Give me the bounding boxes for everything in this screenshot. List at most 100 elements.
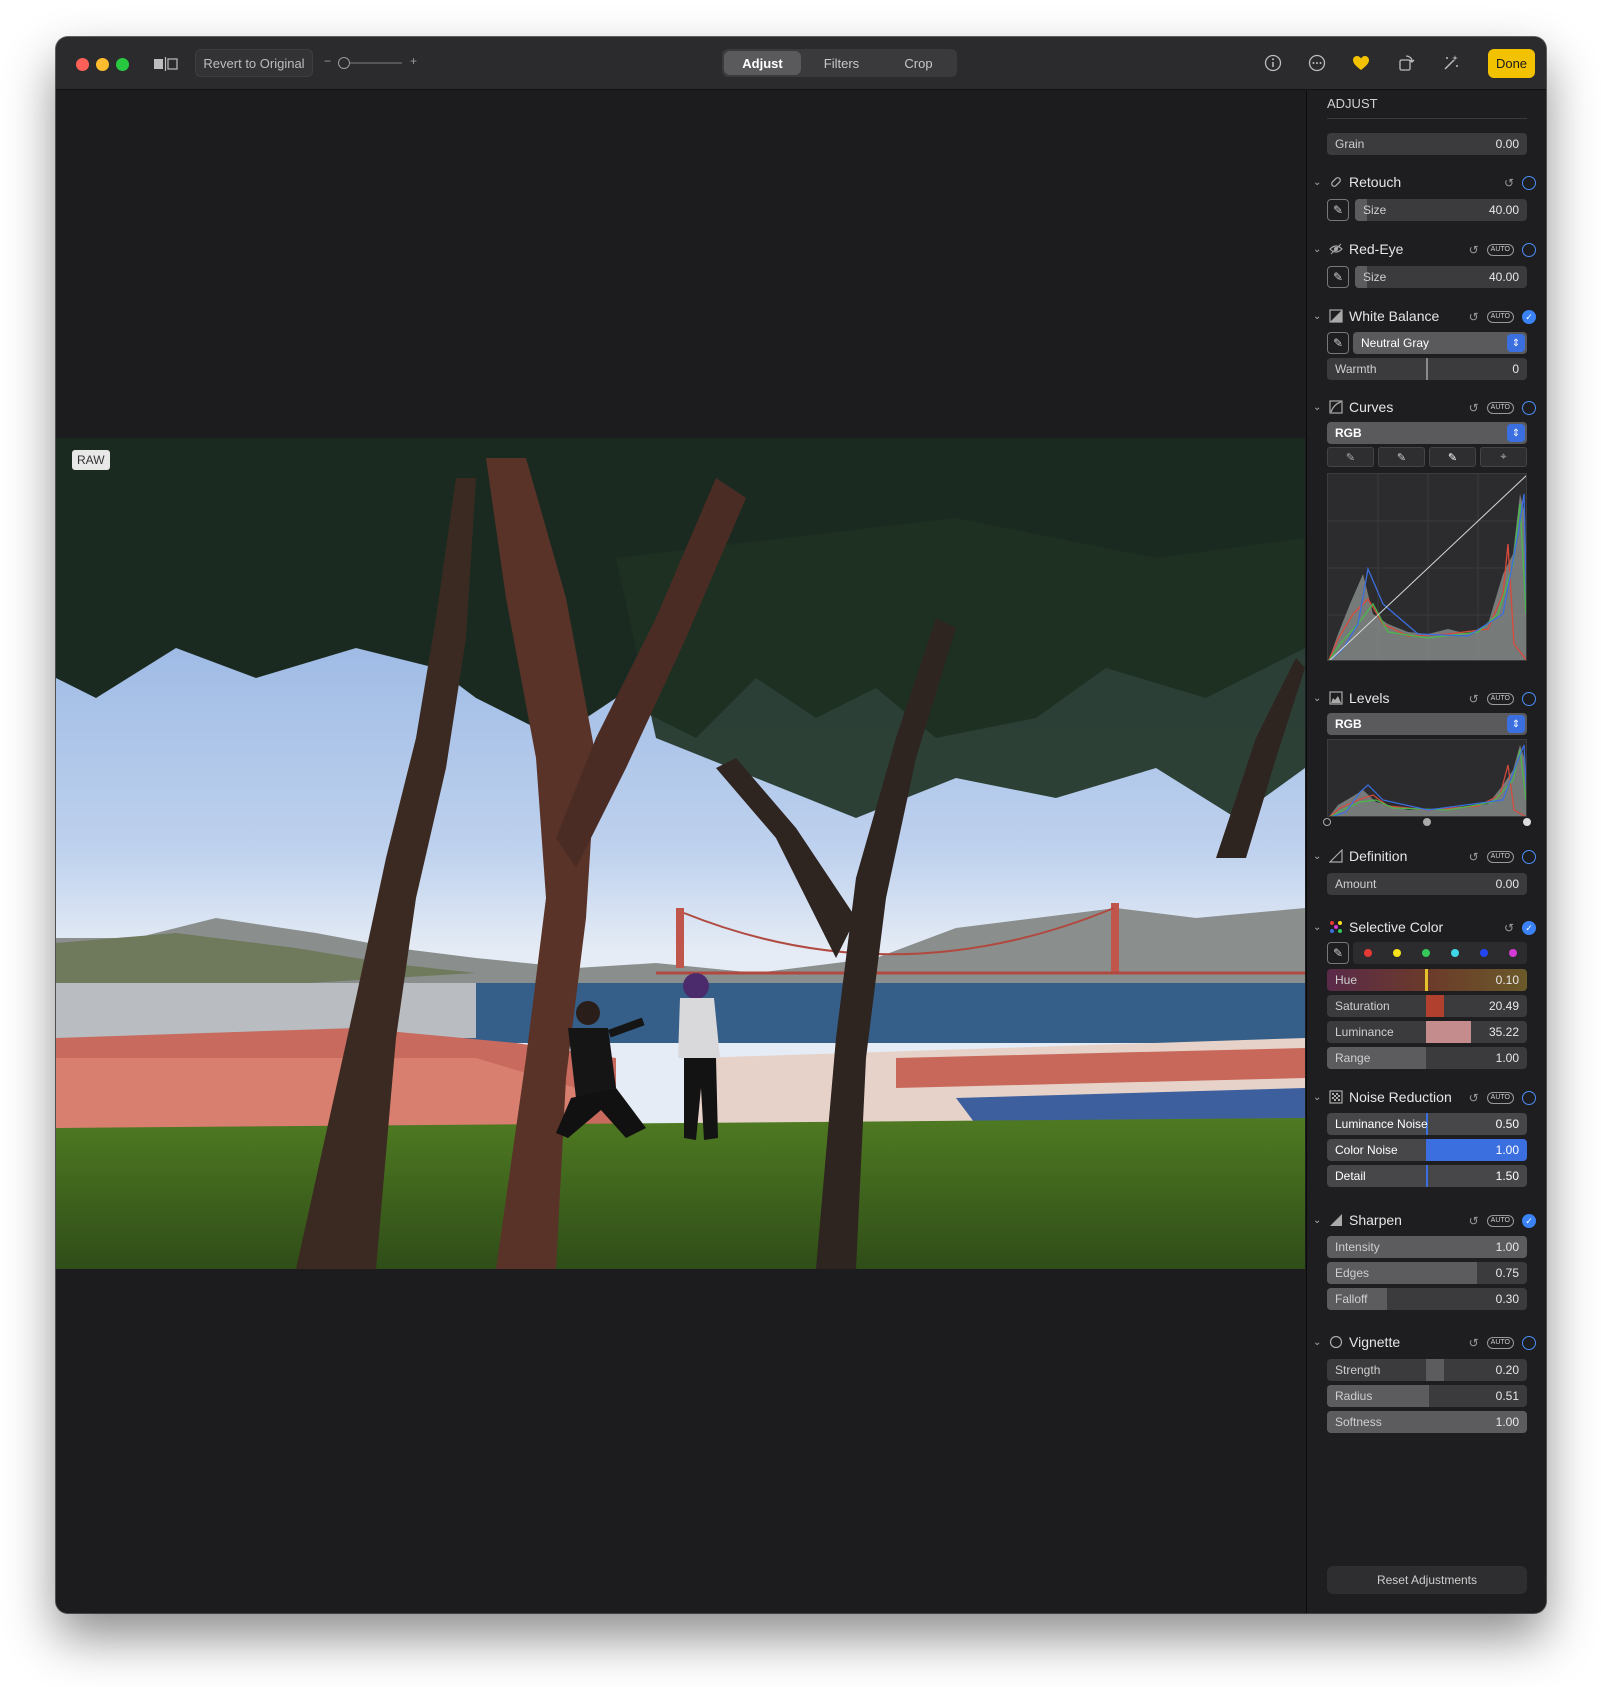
auto-button[interactable]: AUTO	[1486, 244, 1514, 256]
sharpen-falloff-slider[interactable]: Falloff 0.30	[1327, 1288, 1527, 1310]
retouch-header[interactable]: ⌄ Retouch	[1313, 174, 1401, 190]
midpoint-handle[interactable]	[1423, 818, 1431, 826]
levels-header[interactable]: ⌄ Levels	[1313, 690, 1389, 706]
saturation-slider[interactable]: Saturation 20.49	[1327, 995, 1527, 1017]
tab-crop[interactable]: Crop	[880, 49, 957, 77]
auto-button[interactable]: AUTO	[1486, 1215, 1514, 1227]
chevron-down-icon[interactable]: ⌄	[1313, 922, 1323, 933]
chevron-down-icon[interactable]: ⌄	[1313, 402, 1323, 413]
color-noise-slider[interactable]: Color Noise 1.00	[1327, 1139, 1527, 1161]
swatch-green[interactable]	[1421, 949, 1430, 957]
curves-toggle[interactable]	[1522, 401, 1536, 415]
gray-point-eyedropper-icon[interactable]: ✎	[1378, 447, 1425, 467]
reset-icon[interactable]: ↺	[1469, 1091, 1479, 1105]
redeye-size-slider[interactable]: Size 40.00	[1355, 266, 1527, 288]
edited-photo[interactable]: RAW	[56, 438, 1305, 1269]
revert-to-original-button[interactable]: Revert to Original	[195, 49, 313, 77]
luminance-slider[interactable]: Luminance 35.22	[1327, 1021, 1527, 1043]
auto-enhance-icon[interactable]	[1440, 52, 1462, 74]
detail-slider[interactable]: Detail 1.50	[1327, 1165, 1527, 1187]
white-point-eyedropper-icon[interactable]: ✎	[1429, 447, 1476, 467]
definition-toggle[interactable]	[1522, 850, 1536, 864]
levels-histogram[interactable]	[1327, 739, 1527, 817]
redeye-header[interactable]: ⌄ Red-Eye	[1313, 241, 1403, 257]
auto-button[interactable]: AUTO	[1486, 851, 1514, 863]
chevron-down-icon[interactable]: ⌄	[1313, 177, 1323, 188]
chevron-down-icon[interactable]: ⌄	[1313, 693, 1323, 704]
close-window-button[interactable]	[76, 58, 89, 71]
eyedropper-icon[interactable]: ✎	[1327, 942, 1349, 964]
reset-icon[interactable]: ↺	[1504, 176, 1514, 190]
reset-icon[interactable]: ↺	[1469, 850, 1479, 864]
auto-button[interactable]: AUTO	[1486, 402, 1514, 414]
auto-button[interactable]: AUTO	[1486, 311, 1514, 323]
zoom-slider[interactable]: − +	[324, 54, 424, 71]
minimize-window-button[interactable]	[96, 58, 109, 71]
grain-slider[interactable]: Grain 0.00	[1327, 133, 1527, 155]
levels-channel-select[interactable]: RGB ⇕	[1327, 713, 1527, 735]
brush-icon[interactable]: ✎	[1327, 266, 1349, 288]
reset-icon[interactable]: ↺	[1469, 243, 1479, 257]
black-point-eyedropper-icon[interactable]: ✎	[1327, 447, 1374, 467]
range-slider[interactable]: Range 1.00	[1327, 1047, 1527, 1069]
reset-icon[interactable]: ↺	[1504, 921, 1514, 935]
white-balance-enabled-checkmark-icon[interactable]: ✓	[1522, 310, 1536, 324]
sharpen-intensity-slider[interactable]: Intensity 1.00	[1327, 1236, 1527, 1258]
reset-icon[interactable]: ↺	[1469, 1336, 1479, 1350]
auto-button[interactable]: AUTO	[1486, 693, 1514, 705]
chevron-down-icon[interactable]: ⌄	[1313, 1092, 1323, 1103]
zoom-knob[interactable]	[338, 57, 350, 69]
zoom-window-button[interactable]	[116, 58, 129, 71]
redeye-toggle[interactable]	[1522, 243, 1536, 257]
noise-reduction-toggle[interactable]	[1522, 1091, 1536, 1105]
auto-button[interactable]: AUTO	[1486, 1337, 1514, 1349]
swatch-red[interactable]	[1363, 949, 1372, 957]
curves-histogram[interactable]	[1327, 473, 1527, 661]
vignette-toggle[interactable]	[1522, 1336, 1536, 1350]
done-button[interactable]: Done	[1488, 49, 1535, 78]
reset-icon[interactable]: ↺	[1469, 692, 1479, 706]
warmth-slider[interactable]: Warmth 0	[1327, 358, 1527, 380]
chevron-down-icon[interactable]: ⌄	[1313, 244, 1323, 255]
vignette-header[interactable]: ⌄ Vignette	[1313, 1334, 1400, 1350]
add-point-crosshair-icon[interactable]: ⌖	[1480, 447, 1527, 467]
black-point-handle[interactable]	[1323, 818, 1331, 826]
chevron-down-icon[interactable]: ⌄	[1313, 1337, 1323, 1348]
vignette-softness-slider[interactable]: Softness 1.00	[1327, 1411, 1527, 1433]
swatch-cyan[interactable]	[1450, 949, 1459, 957]
selective-color-header[interactable]: ⌄ Selective Color	[1313, 919, 1443, 935]
definition-header[interactable]: ⌄ Definition	[1313, 848, 1407, 864]
reset-adjustments-button[interactable]: Reset Adjustments	[1327, 1566, 1527, 1594]
swatch-blue[interactable]	[1479, 949, 1488, 957]
noise-reduction-header[interactable]: ⌄ Noise Reduction	[1313, 1089, 1452, 1105]
eyedropper-icon[interactable]: ✎	[1327, 332, 1349, 354]
luminance-noise-slider[interactable]: Luminance Noise 0.50	[1327, 1113, 1527, 1135]
white-point-handle[interactable]	[1523, 818, 1531, 826]
tab-filters[interactable]: Filters	[803, 49, 880, 77]
curves-header[interactable]: ⌄ Curves	[1313, 399, 1393, 415]
selective-color-enabled-checkmark-icon[interactable]: ✓	[1522, 921, 1536, 935]
more-icon[interactable]	[1306, 52, 1328, 74]
sharpen-header[interactable]: ⌄ Sharpen	[1313, 1212, 1402, 1228]
retouch-toggle[interactable]	[1522, 176, 1536, 190]
hue-slider[interactable]: Hue 0.10	[1327, 969, 1527, 991]
vignette-radius-slider[interactable]: Radius 0.51	[1327, 1385, 1527, 1407]
retouch-size-slider[interactable]: Size 40.00	[1355, 199, 1527, 221]
sharpen-edges-slider[interactable]: Edges 0.75	[1327, 1262, 1527, 1284]
swatch-magenta[interactable]	[1508, 949, 1517, 957]
reset-icon[interactable]: ↺	[1469, 310, 1479, 324]
definition-amount-slider[interactable]: Amount 0.00	[1327, 873, 1527, 895]
white-balance-header[interactable]: ⌄ White Balance	[1313, 308, 1439, 324]
levels-toggle[interactable]	[1522, 692, 1536, 706]
compare-icon[interactable]	[152, 50, 180, 78]
auto-button[interactable]: AUTO	[1486, 1092, 1514, 1104]
tab-adjust[interactable]: Adjust	[724, 51, 801, 75]
chevron-down-icon[interactable]: ⌄	[1313, 1215, 1323, 1226]
chevron-down-icon[interactable]: ⌄	[1313, 851, 1323, 862]
info-icon[interactable]	[1262, 52, 1284, 74]
brush-icon[interactable]: ✎	[1327, 199, 1349, 221]
reset-icon[interactable]: ↺	[1469, 401, 1479, 415]
chevron-down-icon[interactable]: ⌄	[1313, 311, 1323, 322]
vignette-strength-slider[interactable]: Strength 0.20	[1327, 1359, 1527, 1381]
reset-icon[interactable]: ↺	[1469, 1214, 1479, 1228]
